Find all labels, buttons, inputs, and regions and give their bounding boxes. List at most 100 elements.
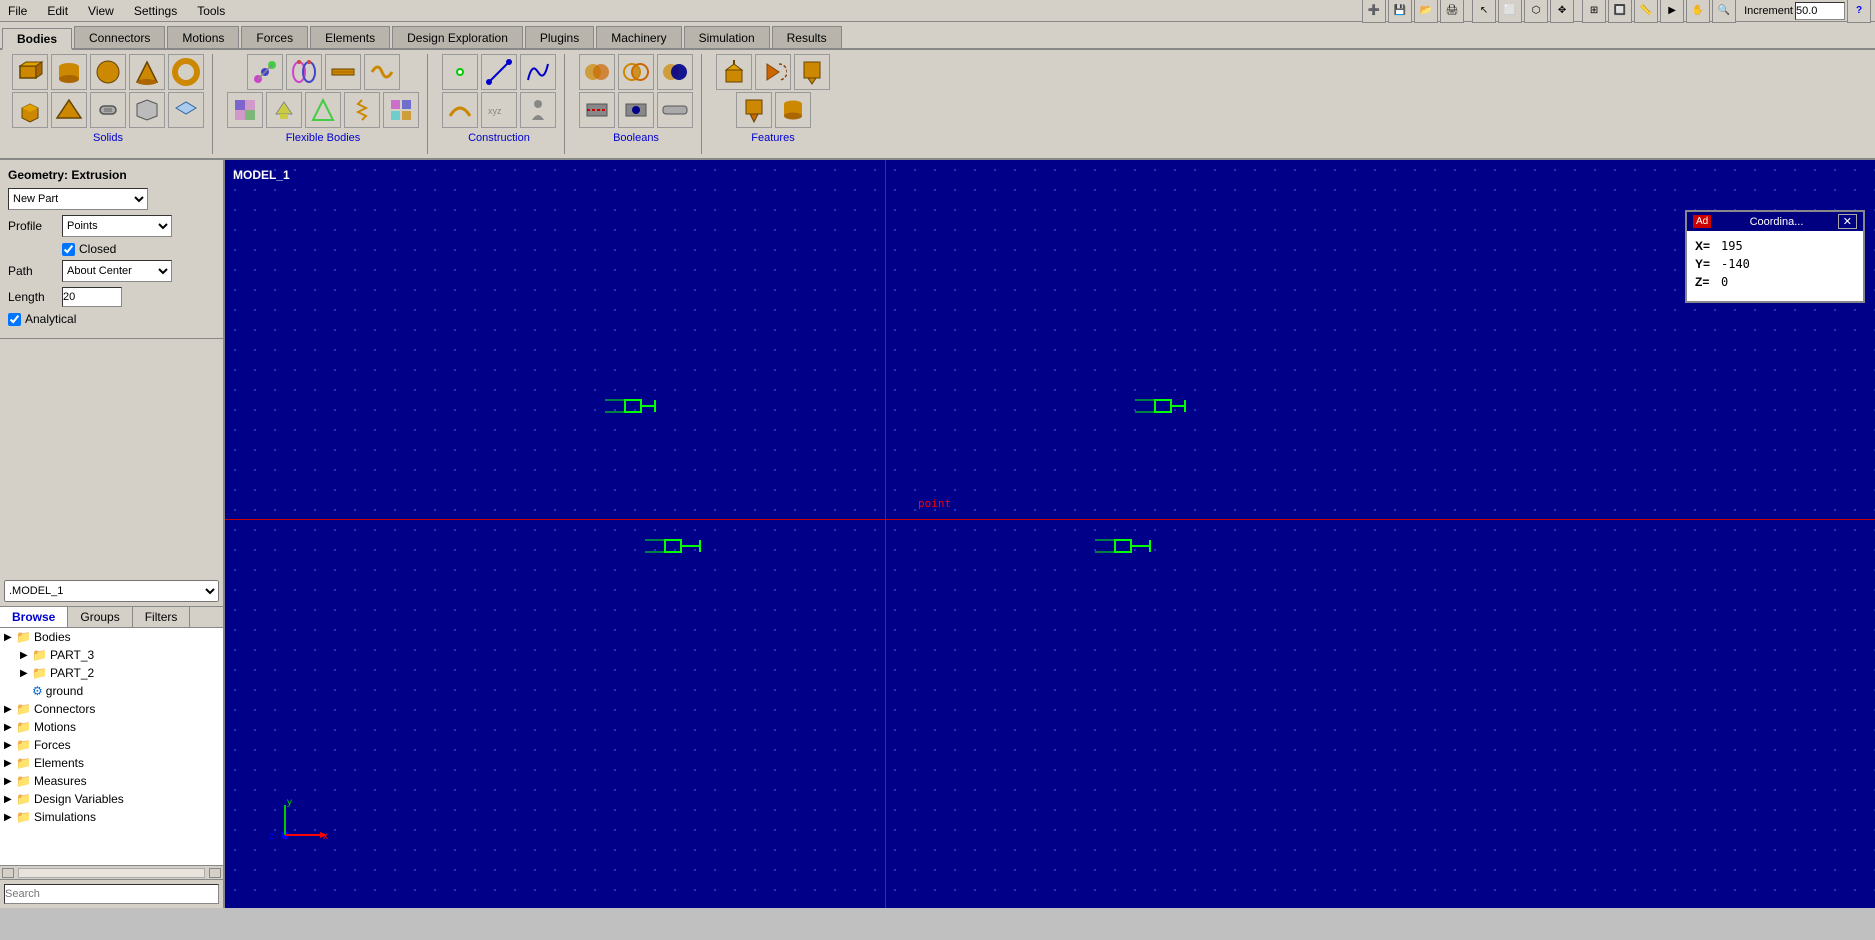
path-select[interactable]: About Center One Direction Two Direction… [62, 260, 172, 282]
tab-motions[interactable]: Motions [167, 26, 239, 48]
solid-extrude-icon[interactable] [12, 92, 48, 128]
const-curve-icon[interactable] [520, 54, 556, 90]
tree-toggle-simulations[interactable]: ▶ [4, 812, 16, 823]
tb-new[interactable]: ➕ [1362, 0, 1386, 23]
tab-plugins[interactable]: Plugins [525, 26, 594, 48]
menu-view[interactable]: View [84, 4, 118, 18]
tb-sim[interactable]: ▶ [1660, 0, 1684, 23]
tb-box[interactable]: ⬜ [1498, 0, 1522, 23]
tree-toggle-forces[interactable]: ▶ [4, 740, 16, 751]
feat-import-icon[interactable] [794, 54, 830, 90]
tab-connectors[interactable]: Connectors [74, 26, 165, 48]
tree-toggle-part2[interactable]: ▶ [20, 668, 32, 679]
tree-item-designvars[interactable]: ▶ 📁 Design Variables [0, 790, 223, 808]
tree-toggle-connectors[interactable]: ▶ [4, 704, 16, 715]
const-point-icon[interactable] [442, 54, 478, 90]
feat-cylinder-icon[interactable] [775, 92, 811, 128]
menu-tools[interactable]: Tools [193, 4, 229, 18]
flex-discrete-icon[interactable] [247, 54, 283, 90]
solid-sheet-icon[interactable] [168, 92, 204, 128]
profile-select[interactable]: Points Curve Sketch [62, 215, 172, 237]
tree-item-ground[interactable]: ▶ ⚙ ground [0, 682, 223, 700]
tab-design-exploration[interactable]: Design Exploration [392, 26, 523, 48]
feat-download-icon[interactable] [736, 92, 772, 128]
bool-merge-icon[interactable] [657, 92, 693, 128]
tree-item-measures[interactable]: ▶ 📁 Measures [0, 772, 223, 790]
browse-tab-filters[interactable]: Filters [133, 607, 191, 627]
increment-input[interactable] [1795, 2, 1845, 20]
solid-sphere-icon[interactable] [90, 54, 126, 90]
tab-machinery[interactable]: Machinery [596, 26, 681, 48]
flex-cable-icon[interactable] [364, 54, 400, 90]
flex-spring-icon[interactable] [344, 92, 380, 128]
length-input[interactable] [62, 287, 122, 307]
const-xyz-icon[interactable]: xyz [481, 92, 517, 128]
tree-item-elements[interactable]: ▶ 📁 Elements [0, 754, 223, 772]
solid-torus-icon[interactable] [168, 54, 204, 90]
analytical-checkbox[interactable] [8, 313, 21, 326]
tb-select[interactable]: ↖ [1472, 0, 1496, 23]
tb-move[interactable]: ✥ [1550, 0, 1574, 23]
tree-toggle-bodies[interactable]: ▶ [4, 632, 16, 643]
menu-edit[interactable]: Edit [43, 4, 72, 18]
flex-pts-icon[interactable] [383, 92, 419, 128]
tree-toggle-part3[interactable]: ▶ [20, 650, 32, 661]
flex-continuous-icon[interactable] [286, 54, 322, 90]
flex-import-icon[interactable] [266, 92, 302, 128]
feat-extrude-icon[interactable] [716, 54, 752, 90]
tb-save[interactable]: 💾 [1388, 0, 1412, 23]
solid-box-icon[interactable] [12, 54, 48, 90]
solid-plate-icon[interactable] [129, 92, 165, 128]
tab-results[interactable]: Results [772, 26, 842, 48]
flex-modal-icon[interactable] [227, 92, 263, 128]
tb-open[interactable]: 📂 [1414, 0, 1438, 23]
bool-union-icon[interactable] [579, 54, 615, 90]
new-part-select[interactable]: New Part PART_2 PART_3 [8, 188, 148, 210]
const-arc-icon[interactable] [442, 92, 478, 128]
tree-item-simulations[interactable]: ▶ 📁 Simulations [0, 808, 223, 826]
tree-item-forces[interactable]: ▶ 📁 Forces [0, 736, 223, 754]
tb-grid[interactable]: ⊞ [1582, 0, 1606, 23]
bool-hole-icon[interactable] [618, 92, 654, 128]
feat-revolve-icon[interactable] [755, 54, 791, 90]
solid-link-icon[interactable] [90, 92, 126, 128]
solid-pyramid-icon[interactable] [51, 92, 87, 128]
flex-mesh-icon[interactable] [305, 92, 341, 128]
tree-toggle-measures[interactable]: ▶ [4, 776, 16, 787]
tree-item-bodies[interactable]: ▶ 📁 Bodies [0, 628, 223, 646]
bool-intersect-icon[interactable] [618, 54, 654, 90]
browse-tab-browse[interactable]: Browse [0, 607, 68, 627]
tb-zoom[interactable]: 🔍 [1712, 0, 1736, 23]
tab-simulation[interactable]: Simulation [684, 26, 770, 48]
bool-subtract-icon[interactable] [657, 54, 693, 90]
tree-toggle-designvars[interactable]: ▶ [4, 794, 16, 805]
tree-toggle-motions[interactable]: ▶ [4, 722, 16, 733]
const-person-icon[interactable] [520, 92, 556, 128]
menu-file[interactable]: File [4, 4, 31, 18]
tab-bodies[interactable]: Bodies [2, 28, 72, 50]
tb-poly[interactable]: ⬡ [1524, 0, 1548, 23]
const-line-icon[interactable] [481, 54, 517, 90]
closed-checkbox[interactable] [62, 243, 75, 256]
tab-forces[interactable]: Forces [241, 26, 308, 48]
menu-settings[interactable]: Settings [130, 4, 181, 18]
tree-item-part3[interactable]: ▶ 📁 PART_3 [0, 646, 223, 664]
tree-hscroll[interactable] [0, 865, 223, 879]
flex-beam-icon[interactable] [325, 54, 361, 90]
bool-cut-icon[interactable] [579, 92, 615, 128]
model-select[interactable]: .MODEL_1 [4, 580, 219, 602]
tb-print[interactable]: 🖨 [1440, 0, 1464, 23]
tb-measure[interactable]: 📏 [1634, 0, 1658, 23]
viewport[interactable]: MODEL_1 point [225, 160, 1875, 908]
tree-item-part2[interactable]: ▶ 📁 PART_2 [0, 664, 223, 682]
coord-close-button[interactable]: ✕ [1838, 214, 1857, 229]
tree-item-motions[interactable]: ▶ 📁 Motions [0, 718, 223, 736]
solid-cone-icon[interactable] [129, 54, 165, 90]
tb-pan[interactable]: ✋ [1686, 0, 1710, 23]
solid-cylinder-icon[interactable] [51, 54, 87, 90]
tb-snap[interactable]: 🔲 [1608, 0, 1632, 23]
browse-tab-groups[interactable]: Groups [68, 607, 132, 627]
tree-item-connectors[interactable]: ▶ 📁 Connectors [0, 700, 223, 718]
search-input[interactable] [4, 884, 219, 904]
tb-help[interactable]: ? [1847, 0, 1871, 23]
